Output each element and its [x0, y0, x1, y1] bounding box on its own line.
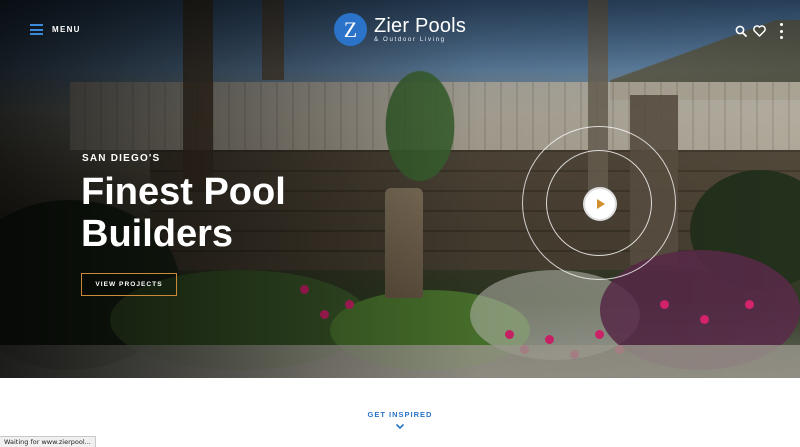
play-video-button[interactable]: [583, 187, 617, 221]
brand-name: Zier Pools: [374, 14, 467, 37]
hero-eyebrow: SAN DIEGO'S: [82, 153, 161, 164]
logo-badge: Z: [334, 13, 367, 46]
search-icon[interactable]: [735, 25, 747, 37]
brand-tagline: & Outdoor Living: [374, 35, 446, 43]
logo-text: Zier Pools & Outdoor Living: [374, 16, 466, 43]
browser-status-bar: Waiting for www.zierpool...: [0, 436, 96, 447]
chevron-down-icon[interactable]: [395, 423, 405, 430]
headline-line-1: Finest Pool: [81, 171, 286, 213]
play-icon: [597, 199, 605, 209]
get-inspired-link[interactable]: GET INSPIRED: [0, 410, 800, 419]
view-projects-button[interactable]: VIEW PROJECTS: [81, 273, 177, 296]
more-icon[interactable]: [780, 23, 784, 39]
hero-headline: Finest Pool Builders: [81, 171, 286, 255]
hero-section: MENU Z Zier Pools & Outdoor Living SAN D…: [0, 0, 800, 378]
site-logo[interactable]: Z Zier Pools & Outdoor Living: [334, 13, 466, 46]
menu-icon: [30, 24, 43, 35]
headline-line-2: Builders: [81, 213, 234, 255]
menu-button[interactable]: MENU: [30, 24, 81, 35]
menu-label: MENU: [52, 25, 81, 34]
heart-icon[interactable]: [753, 25, 766, 37]
